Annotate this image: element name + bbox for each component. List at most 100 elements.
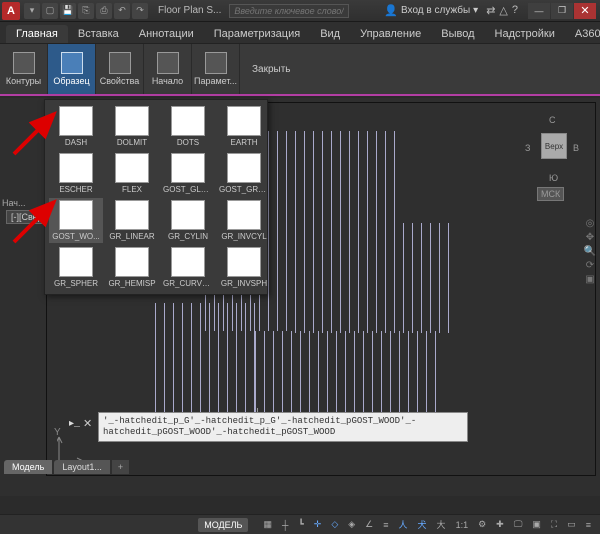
nav-orbit-icon[interactable]: ⟳ xyxy=(582,260,598,271)
pattern-swatch-gost_gro...[interactable]: GOST_GRO... xyxy=(217,151,271,196)
cmd-text: '_-hatchedit_p_G'_-hatchedit_p_G'_-hatch… xyxy=(103,416,416,437)
pattern-thumb-icon xyxy=(227,106,261,136)
status-polar-icon[interactable]: ✛ xyxy=(311,517,325,532)
qat-save-icon[interactable]: 💾 xyxy=(60,3,76,19)
viewcube-north[interactable]: С xyxy=(549,115,556,125)
pattern-swatch-gr_curved[interactable]: GR_CURVED xyxy=(161,245,215,290)
pattern-swatch-dolmit[interactable]: DOLMIT xyxy=(105,104,159,149)
nav-showmotion-icon[interactable]: ▣ xyxy=(582,274,598,285)
nav-wheel-icon[interactable]: ◎ xyxy=(582,218,598,229)
pattern-label: EARTH xyxy=(219,138,269,147)
cmd-history-icon[interactable]: ▸_ xyxy=(69,419,80,431)
pattern-swatch-gr_invsph[interactable]: GR_INVSPH xyxy=(217,245,271,290)
qat-undo-icon[interactable]: ↶ xyxy=(114,3,130,19)
pattern-label: GR_LINEAR xyxy=(107,232,157,241)
pattern-swatch-gr_cylin[interactable]: GR_CYLIN xyxy=(161,198,215,243)
exchange-icon[interactable]: ⇄ xyxy=(486,4,495,17)
pattern-thumb-icon xyxy=(115,200,149,230)
viewcube-south[interactable]: Ю xyxy=(549,173,558,183)
pattern-swatch-gr_linear[interactable]: GR_LINEAR xyxy=(105,198,159,243)
status-person-icon[interactable]: 人 xyxy=(396,516,411,533)
qat-new-icon[interactable]: ▾ xyxy=(24,3,40,19)
pattern-swatch-gost_glass[interactable]: GOST_GLASS xyxy=(161,151,215,196)
layout-tab-model[interactable]: Модель xyxy=(4,460,52,474)
status-snap-icon[interactable]: ┼ xyxy=(279,518,291,532)
help-icon[interactable]: ? xyxy=(512,4,518,17)
pattern-swatch-dots[interactable]: DOTS xyxy=(161,104,215,149)
search-input[interactable] xyxy=(229,4,349,18)
tab-home[interactable]: Главная xyxy=(6,25,68,43)
close-button[interactable]: ✕ xyxy=(574,3,596,19)
viewcube-wcs[interactable]: МСК xyxy=(537,187,564,201)
status-scale-label[interactable]: 1:1 xyxy=(453,518,472,532)
ribbon-origin-button[interactable]: Начало xyxy=(144,44,192,94)
status-otrack-icon[interactable]: ∠ xyxy=(362,517,376,532)
a360-icon[interactable]: △ xyxy=(499,4,507,17)
layout-tab-1[interactable]: Layout1... xyxy=(54,460,110,474)
command-line[interactable]: ▸_ ✕ '_-hatchedit_p_G'_-hatchedit_p_G'_-… xyxy=(98,412,468,442)
tab-output[interactable]: Вывод xyxy=(431,25,484,43)
tab-manage[interactable]: Управление xyxy=(350,25,431,43)
tab-annotate[interactable]: Аннотации xyxy=(129,25,204,43)
qat-print-icon[interactable]: ⎙ xyxy=(96,3,112,19)
pattern-swatch-gr_spher[interactable]: GR_SPHER xyxy=(49,245,103,290)
tab-addins[interactable]: Надстройки xyxy=(485,25,565,43)
nav-pan-icon[interactable]: ✥ xyxy=(582,232,598,243)
pattern-thumb-icon xyxy=(227,153,261,183)
layout-tab-add[interactable]: + xyxy=(112,460,129,474)
viewcube-west[interactable]: З xyxy=(525,143,530,153)
quick-access-toolbar: ▾ ▢ 💾 ⎘ ⎙ ↶ ↷ xyxy=(24,3,148,19)
ribbon-properties-button[interactable]: Свойства xyxy=(96,44,144,94)
tab-view[interactable]: Вид xyxy=(310,25,350,43)
status-person2-icon[interactable]: 犬 xyxy=(415,516,430,533)
tab-insert[interactable]: Вставка xyxy=(68,25,129,43)
status-lineweight-icon[interactable]: ≡ xyxy=(380,518,391,532)
pattern-label: GOST_GRO... xyxy=(219,185,269,194)
ribbon-contours-button[interactable]: Контуры xyxy=(0,44,48,94)
ribbon-pattern-button[interactable]: Образец xyxy=(48,44,96,94)
status-person3-icon[interactable]: 大 xyxy=(434,516,449,533)
viewcube-east[interactable]: В xyxy=(573,143,579,153)
pattern-thumb-icon xyxy=(171,106,205,136)
pattern-swatch-dash[interactable]: DASH xyxy=(49,104,103,149)
pattern-swatch-escher[interactable]: ESCHER xyxy=(49,151,103,196)
pattern-swatch-gost_wo...[interactable]: GOST_WO... xyxy=(49,198,103,243)
tab-a360[interactable]: A360 xyxy=(565,25,600,43)
status-monitor-icon[interactable]: 🖵 xyxy=(511,517,526,532)
pattern-label: GR_SPHER xyxy=(51,279,101,288)
pattern-swatch-gr_invcyl[interactable]: GR_INVCYL xyxy=(217,198,271,243)
pattern-swatch-flex[interactable]: FLEX xyxy=(105,151,159,196)
pattern-swatch-earth[interactable]: EARTH xyxy=(217,104,271,149)
pattern-label: GR_CYLIN xyxy=(163,232,213,241)
login-button[interactable]: 👤 Вход в службы ▾ xyxy=(384,4,478,17)
viewcube-top[interactable]: Верх xyxy=(541,133,567,159)
status-model-button[interactable]: МОДЕЛЬ xyxy=(198,518,248,532)
status-gear-icon[interactable]: ⚙ xyxy=(475,517,489,532)
minimize-button[interactable]: — xyxy=(528,3,550,19)
file-tab-stub[interactable]: Нач... xyxy=(2,198,26,208)
hatch-region[interactable] xyxy=(287,223,457,333)
tab-param[interactable]: Параметризация xyxy=(204,25,310,43)
ribbon-close-button[interactable]: Закрыть xyxy=(244,58,299,81)
status-custom-icon[interactable]: ≡ xyxy=(583,518,594,532)
qat-saveas-icon[interactable]: ⎘ xyxy=(78,3,94,19)
status-clean-icon[interactable]: ▭ xyxy=(564,517,579,532)
qat-open-icon[interactable]: ▢ xyxy=(42,3,58,19)
status-plus-icon[interactable]: ✚ xyxy=(493,517,507,532)
restore-button[interactable]: ❐ xyxy=(551,3,573,19)
nav-zoom-icon[interactable]: 🔍 xyxy=(582,246,598,257)
view-cube[interactable]: С Ю З В Верх МСК xyxy=(525,117,585,197)
status-3dosnap-icon[interactable]: ◈ xyxy=(345,517,358,532)
status-grid-icon[interactable]: ▦ xyxy=(260,517,275,532)
cmd-close-icon[interactable]: ✕ xyxy=(83,419,97,433)
pattern-swatch-gr_hemisp[interactable]: GR_HEMISP xyxy=(105,245,159,290)
status-isolate-icon[interactable]: ▣ xyxy=(529,517,544,532)
app-icon[interactable]: A xyxy=(2,2,20,20)
qat-redo-icon[interactable]: ↷ xyxy=(132,3,148,19)
ribbon-options-button[interactable]: Парамет... xyxy=(192,44,240,94)
status-ortho-icon[interactable]: ┗ xyxy=(295,517,306,532)
status-osnap-icon[interactable]: ◇ xyxy=(328,517,341,532)
pattern-thumb-icon xyxy=(115,247,149,277)
pattern-label: GR_CURVED xyxy=(163,279,213,288)
status-hw-icon[interactable]: ⛶ xyxy=(548,517,560,532)
